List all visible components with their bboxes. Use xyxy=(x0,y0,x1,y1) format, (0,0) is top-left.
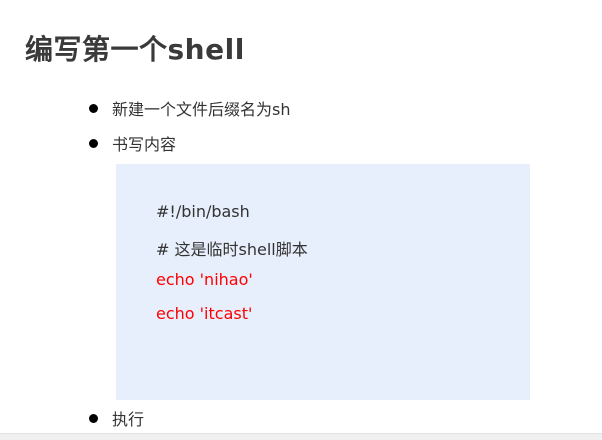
slide: 编写第一个shell 新建一个文件后缀名为sh 书写内容 #!/bin/bash… xyxy=(0,0,602,440)
bullet-item-execute: 执行 xyxy=(89,406,144,430)
code-line-echo-nihao: echo 'nihao' xyxy=(156,270,253,289)
bottom-bar xyxy=(0,433,602,440)
bullet-text: 执行 xyxy=(112,410,145,429)
bullet-text: 新建一个文件后缀名为sh xyxy=(112,100,291,119)
bullet-dot-icon xyxy=(89,138,98,148)
code-line-comment: # 这是临时shell脚本 xyxy=(156,240,308,259)
slide-title: 编写第一个shell xyxy=(25,33,245,66)
bullet-text: 书写内容 xyxy=(112,135,177,154)
code-block: #!/bin/bash # 这是临时shell脚本 echo 'nihao' e… xyxy=(116,164,530,400)
code-line-echo-itcast: echo 'itcast' xyxy=(156,304,253,323)
bullet-item-write-content: 书写内容 xyxy=(89,131,176,155)
bullet-dot-icon xyxy=(89,413,98,423)
bullet-item-new-file: 新建一个文件后缀名为sh xyxy=(89,96,290,120)
code-line-shebang: #!/bin/bash xyxy=(156,202,250,221)
bullet-dot-icon xyxy=(89,103,98,113)
